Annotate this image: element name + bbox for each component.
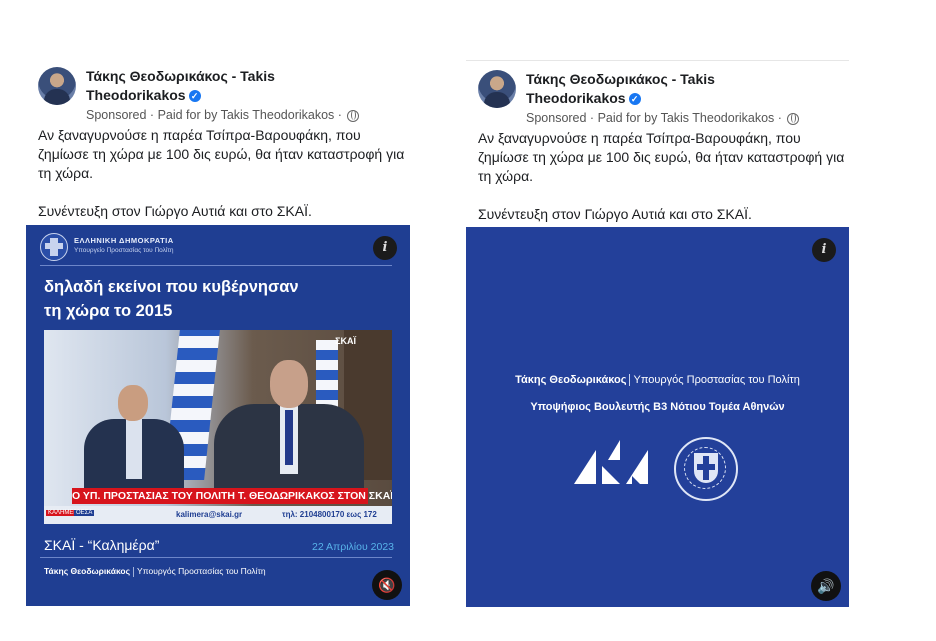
candidate-name: Τάκης Θεοδωρικάκος [515, 374, 627, 386]
avatar[interactable] [38, 67, 76, 105]
post-text-paragraph: Αν ξαναγυρνούσε η παρέα Τσίπρα-Βαρουφάκη… [38, 127, 405, 181]
author-name-line1[interactable]: Τάκης Θεοδωρικάκος - Takis [526, 70, 826, 89]
video-headline: δηλαδή εκείνοι που κυβέρνησαν τη χώρα το… [44, 275, 384, 323]
sponsored-meta: Sponsored · Paid for by Takis Theodorika… [86, 108, 360, 122]
verified-badge-icon: ✓ [628, 93, 641, 106]
ticker-bar: ΚΑΛΗΜΕΡΑ ΟΕΣΑ kalimera@skai.gr τηλ: 2104… [44, 506, 392, 524]
video-date: 22 Απριλίου 2023 [311, 541, 394, 553]
candidate-role: Υπουργός Προστασίας του Πολίτη [633, 374, 800, 386]
globe-icon [347, 109, 360, 122]
ticker-email: kalimera@skai.gr [176, 510, 243, 519]
verified-badge-icon: ✓ [188, 90, 201, 103]
tv-clip-frame: ΣΚΑΪ Ο ΥΠ. ΠΡΟΣΤΑΣΙΑΣ ΤΟΥ ΠΟΛΙΤΗ Τ. ΘΕΟΔ… [44, 330, 392, 524]
video-player[interactable]: ΕΛΛΗΝΙΚΗ ΔΗΜΟΚΡΑΤΙΑ Υπουργείο Προστασίας… [26, 225, 410, 606]
candidacy-text: Υποψήφιος Βουλευτής Β3 Νότιου Τομέα Αθην… [530, 401, 785, 413]
party-logo-icon [574, 440, 648, 484]
post-text-paragraph: Συνέντευξη στον Γιώργο Αυτιά και στο ΣΚΑ… [38, 203, 312, 219]
post-text: Αν ξαναγυρνούσε η παρέα Τσίπρα-Βαρουφάκη… [478, 129, 848, 224]
candidate-title: Τάκης Θεοδωρικάκος Υπουργός Προστασίας το… [466, 374, 849, 387]
author-name[interactable]: Τάκης Θεοδωρικάκος - Takis Theodorikakos… [526, 70, 826, 108]
video-footer: Τάκης Θεοδωρικάκος Υπουργός Προστασίας το… [44, 566, 266, 577]
ticker-phone: τηλ: 2104800170 εως 172 [282, 510, 377, 519]
sponsored-post-2: Τάκης Θεοδωρικάκος - Takis Theodorikakos… [466, 60, 849, 607]
gov-title: ΕΛΛΗΝΙΚΗ ΔΗΜΟΚΡΑΤΙΑ [74, 236, 174, 245]
sponsored-post-1: Τάκης Θεοδωρικάκος - Takis Theodorikakos… [26, 58, 410, 606]
interviewee [214, 360, 364, 494]
author-name[interactable]: Τάκης Θεοδωρικάκος - Takis Theodorikakos… [86, 67, 386, 105]
divider [40, 265, 392, 266]
video-player[interactable]: i Τάκης Θεοδωρικάκος Υπουργός Προστασίας … [466, 227, 849, 607]
sponsored-label: Sponsored · Paid for by Takis Theodorika… [526, 111, 782, 125]
mute-icon[interactable]: 🔇 [372, 570, 402, 600]
author-name-line1[interactable]: Τάκης Θεοδωρικάκος - Takis [86, 67, 386, 86]
tv-host [84, 385, 184, 499]
post-text-paragraph: Συνέντευξη στον Γιώργο Αυτιά και στο ΣΚΑ… [478, 206, 752, 222]
post-text-paragraph: Αν ξαναγυρνούσε η παρέα Τσίπρα-Βαρουφάκη… [478, 130, 845, 184]
gov-subtitle: Υπουργείο Προστασίας του Πολίτη [74, 247, 174, 254]
sponsored-label: Sponsored · Paid for by Takis Theodorika… [86, 108, 342, 122]
greek-emblem-icon [674, 437, 738, 501]
avatar[interactable] [478, 70, 516, 108]
info-icon[interactable]: i [373, 236, 397, 260]
footer-name: Τάκης Θεοδωρικάκος [44, 566, 131, 576]
sound-icon[interactable]: 🔊 [811, 571, 841, 601]
post-text: Αν ξαναγυρνούσε η παρέα Τσίπρα-Βαρουφάκη… [38, 126, 408, 221]
globe-icon [787, 112, 800, 125]
sponsored-meta: Sponsored · Paid for by Takis Theodorika… [526, 111, 800, 125]
headline-line: τη χώρα το 2015 [44, 302, 173, 320]
author-name-line2[interactable]: Theodorikakos [86, 87, 186, 103]
info-icon[interactable]: i [812, 238, 836, 262]
greek-emblem-icon [40, 233, 68, 261]
divider [40, 557, 392, 558]
footer-role: Υπουργός Προστασίας του Πολίτη [137, 566, 266, 576]
show-tag-2: ΟΕΣΑ [74, 510, 95, 516]
news-ticker: Ο ΥΠ. ΠΡΟΣΤΑΣΙΑΣ ΤΟΥ ΠΟΛΙΤΗ Τ. ΘΕΟΔΩΡΙΚΑ… [72, 488, 392, 504]
channel-logo: ΣΚΑΪ [335, 336, 356, 346]
video-source: ΣΚΑΪ - “Καλημέρα” [44, 537, 160, 553]
headline-line: δηλαδή εκείνοι που κυβέρνησαν [44, 278, 299, 296]
author-name-line2[interactable]: Theodorikakos [526, 90, 626, 106]
